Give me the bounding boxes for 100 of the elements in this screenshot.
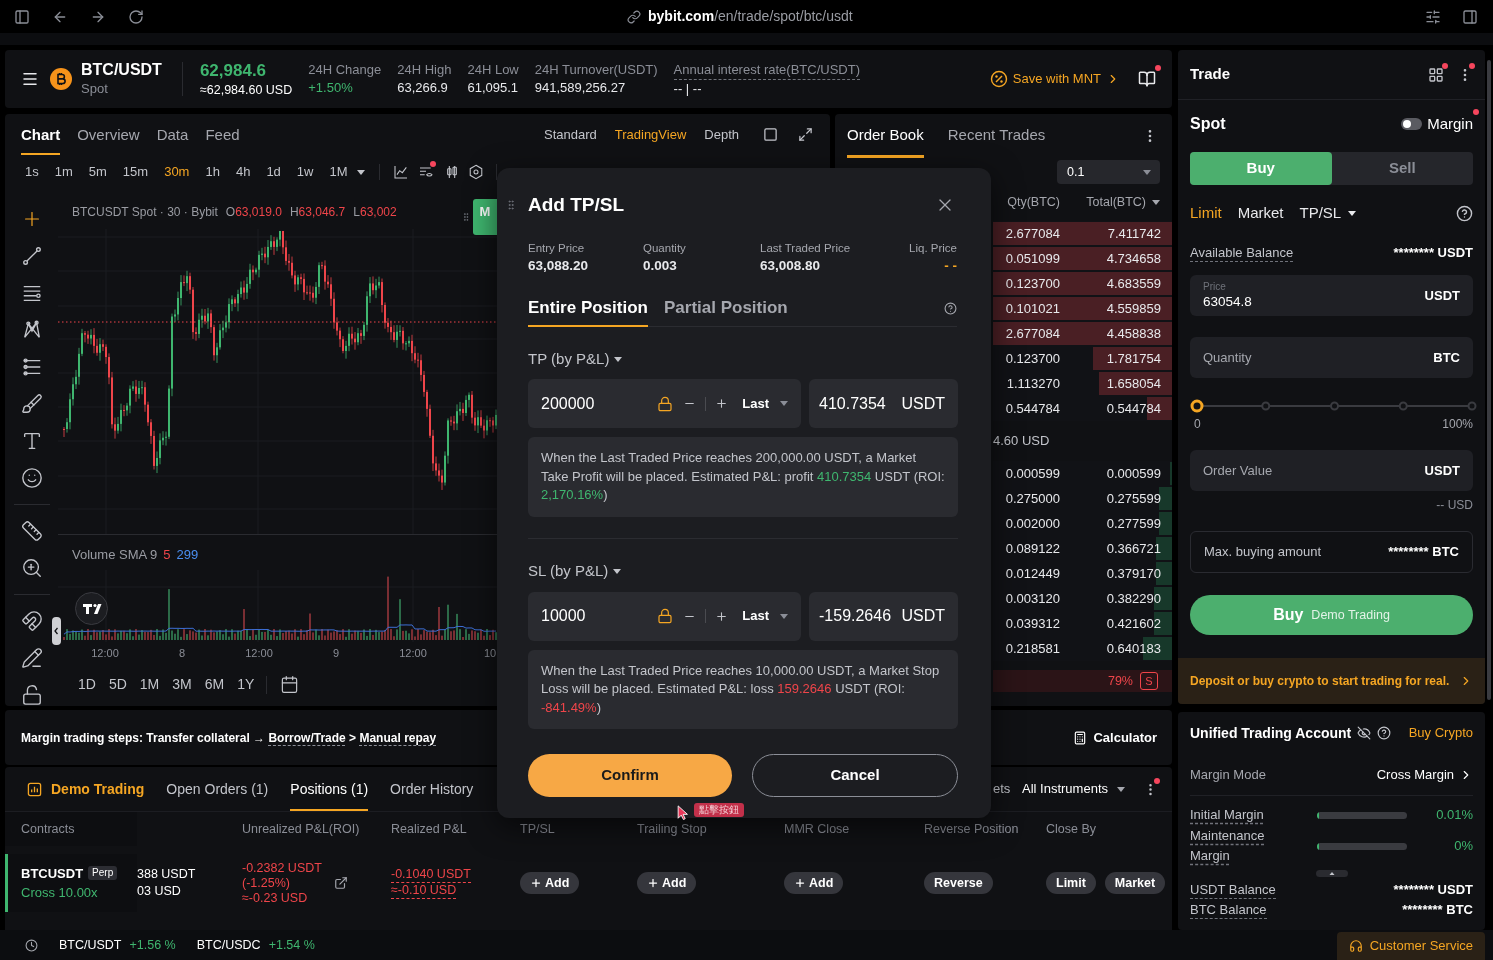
menu-icon[interactable]: [21, 70, 39, 88]
positions-tab[interactable]: Open Orders (1): [166, 767, 269, 811]
range-option[interactable]: 6M: [204, 674, 225, 695]
ticker-pair[interactable]: BTC/USDT: [59, 935, 122, 955]
interval-option[interactable]: 15m: [122, 162, 149, 182]
unlock-icon[interactable]: [20, 684, 43, 706]
add-button[interactable]: Add: [637, 872, 697, 894]
brush-icon[interactable]: [20, 393, 43, 415]
order-type-tab[interactable]: TP/SL: [1299, 201, 1357, 225]
reload-icon[interactable]: [128, 8, 144, 25]
pnl-field[interactable]: 410.7354 USDT: [809, 379, 958, 428]
step-link[interactable]: Manual repay: [359, 730, 437, 745]
book-icon[interactable]: [1138, 70, 1156, 88]
add-button[interactable]: Add: [784, 872, 844, 894]
interval-option[interactable]: 1m: [54, 162, 73, 182]
order-type-tab[interactable]: Limit: [1190, 201, 1222, 225]
sliders-icon[interactable]: [1425, 8, 1441, 25]
ruler-icon[interactable]: [20, 520, 43, 542]
range-option[interactable]: 1Y: [237, 674, 255, 695]
interval-option[interactable]: 1s: [25, 162, 39, 182]
settings-icon[interactable]: [467, 164, 484, 181]
scroll-bar[interactable]: [1487, 60, 1491, 700]
trigger-price-field[interactable]: 200000 Last: [528, 379, 801, 428]
margin-mode-dropdown[interactable]: Cross Margin: [1376, 764, 1473, 785]
fib-lines-icon[interactable]: [20, 356, 43, 378]
trigger-price-field[interactable]: 10000 Last: [528, 591, 801, 641]
interval-option[interactable]: 1w: [296, 162, 314, 182]
range-option[interactable]: 1D: [78, 674, 96, 695]
interval-option[interactable]: 4h: [235, 162, 251, 182]
collapse-handle-icon[interactable]: [1315, 869, 1348, 877]
chart-tab[interactable]: Overview: [77, 114, 140, 156]
lock-icon[interactable]: [657, 395, 674, 412]
help-icon[interactable]: [1456, 204, 1473, 222]
total-column-dropdown[interactable]: Total(BTC): [1086, 193, 1160, 212]
interval-option[interactable]: 30m: [164, 162, 190, 182]
magnet-icon[interactable]: [20, 610, 43, 632]
address-bar-url[interactable]: bybit.com/en/trade/spot/btc/usdt: [648, 6, 853, 27]
side-panel-icon[interactable]: [1462, 8, 1478, 25]
step-link[interactable]: Borrow/Trade: [268, 730, 346, 745]
view-option[interactable]: TradingView: [614, 124, 687, 145]
interval-option[interactable]: 1h: [205, 162, 220, 182]
positions-tab[interactable]: ets: [993, 779, 1011, 799]
reverse-button[interactable]: Reverse: [924, 872, 993, 894]
share-icon[interactable]: [333, 876, 348, 890]
order-book-tab[interactable]: Order Book: [847, 114, 924, 158]
plus-icon[interactable]: [715, 609, 729, 623]
expand-icon[interactable]: [798, 127, 813, 143]
lock-icon[interactable]: [657, 608, 674, 624]
plus-icon[interactable]: [715, 397, 729, 410]
smile-icon[interactable]: [20, 467, 43, 489]
close-by-button[interactable]: Market: [1104, 872, 1166, 894]
buy-crypto-link[interactable]: Buy Crypto: [1408, 723, 1473, 743]
add-button[interactable]: Add: [520, 872, 580, 894]
square-icon[interactable]: [763, 127, 778, 143]
positions-tab[interactable]: Positions (1): [290, 767, 369, 811]
chart-tab[interactable]: Chart: [21, 114, 61, 156]
position-scope-tab[interactable]: Partial Position: [663, 291, 788, 327]
pnl-field[interactable]: -159.2646 USDT: [809, 591, 958, 641]
margin-switch[interactable]: [1401, 118, 1423, 130]
range-option[interactable]: 3M: [172, 674, 192, 695]
help-icon[interactable]: [944, 302, 957, 315]
price-type-dropdown[interactable]: Last: [742, 606, 788, 626]
instrument-filter-dropdown[interactable]: All Instruments: [1022, 779, 1125, 799]
chart-tab[interactable]: Data: [156, 114, 189, 156]
pencil-icon[interactable]: [20, 647, 43, 669]
ticker-pair[interactable]: BTC/USDC: [196, 935, 261, 955]
trend-line-icon[interactable]: [20, 245, 43, 267]
calculator-button[interactable]: Calculator: [1073, 727, 1157, 748]
close-by-button[interactable]: Limit: [1046, 872, 1096, 894]
help-icon[interactable]: [1377, 726, 1392, 740]
confirm-button[interactable]: Confirm: [528, 754, 732, 797]
customer-service-button[interactable]: Customer Service: [1336, 932, 1485, 960]
calendar-icon[interactable]: [280, 675, 300, 694]
trigger-mode-dropdown[interactable]: SL (by P&L): [528, 559, 622, 584]
line-chart-icon[interactable]: [392, 164, 409, 181]
positions-tab[interactable]: Order History: [390, 767, 474, 811]
eye-off-icon[interactable]: [1357, 726, 1372, 740]
position-scope-tab[interactable]: Entire Position: [528, 291, 648, 327]
price-type-dropdown[interactable]: Last: [742, 393, 788, 414]
interval-option[interactable]: 1M: [329, 162, 348, 182]
view-option[interactable]: Depth: [704, 124, 739, 145]
promo-link[interactable]: Save with MNT: [989, 69, 1120, 89]
precision-dropdown[interactable]: 0.1: [1057, 160, 1160, 184]
interval-option[interactable]: 1d: [266, 162, 281, 182]
interval-option[interactable]: 5m: [88, 162, 107, 182]
order-type-tab[interactable]: Market: [1237, 201, 1284, 225]
range-option[interactable]: 1M: [139, 674, 160, 695]
trigger-mode-dropdown[interactable]: TP (by P&L): [528, 347, 623, 371]
order-book-tab[interactable]: Recent Trades: [947, 114, 1046, 158]
price-field[interactable]: Price 63054.8 USDT: [1190, 275, 1473, 316]
deposit-banner[interactable]: Deposit or buy crypto to start trading for real.: [1178, 658, 1485, 704]
order-value-field[interactable]: Order Value USDT: [1190, 450, 1473, 491]
quantity-field[interactable]: Quantity BTC: [1190, 337, 1473, 378]
collapse-tab-icon[interactable]: [52, 617, 61, 645]
layout-grid-icon[interactable]: [1428, 66, 1444, 83]
zoom-in-icon[interactable]: [20, 557, 43, 579]
range-option[interactable]: 5D: [108, 674, 127, 695]
chart-tab[interactable]: Feed: [205, 114, 240, 156]
view-option[interactable]: Standard: [544, 124, 597, 145]
sidebar-toggle-icon[interactable]: [14, 8, 30, 25]
